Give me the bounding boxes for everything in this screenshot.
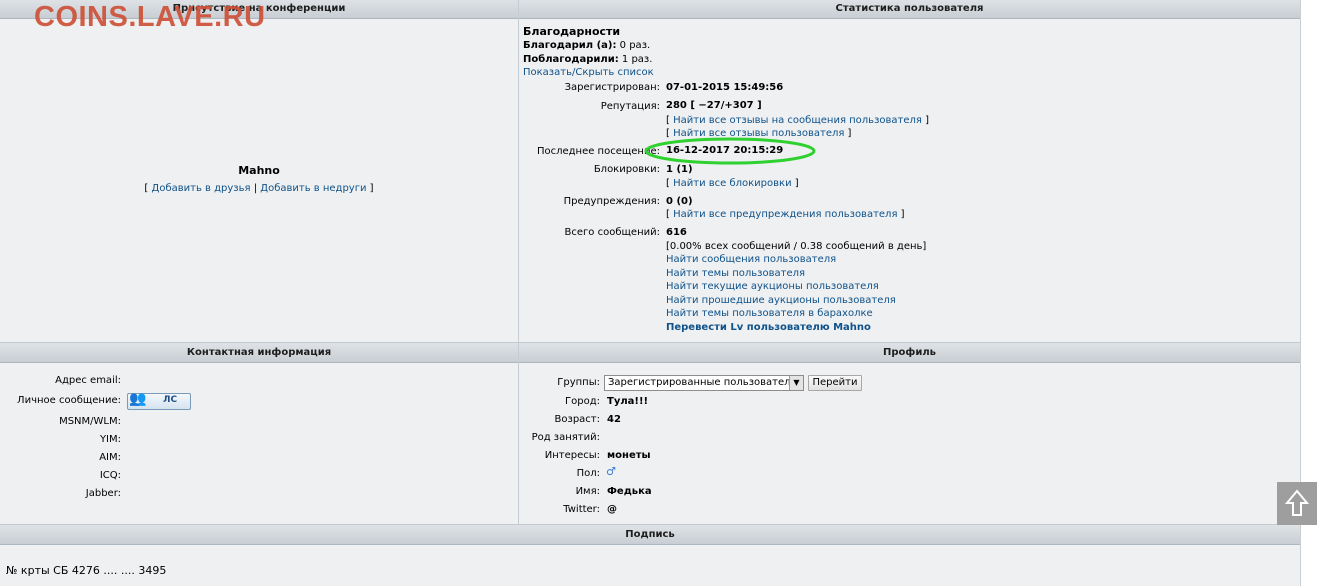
thanks-received-label: Поблагодарили: <box>523 54 619 65</box>
users-icon: 👥 <box>129 391 147 407</box>
city-value: Тула!!! <box>607 396 649 407</box>
name-label: Имя: <box>575 486 600 497</box>
separator: | <box>253 183 258 194</box>
watermark: COINS.LAVE.RU <box>34 1 266 33</box>
current-auctions-link[interactable]: Найти текущие аукционы пользователя <box>666 281 879 292</box>
groups-select-value: Зарегистрированные пользователи <box>608 377 798 388</box>
email-label: Адрес email: <box>55 375 121 386</box>
twitter-value: @ <box>607 504 617 515</box>
interests-value: монеты <box>607 450 651 461</box>
thanks-received-value: 1 раз. <box>621 54 653 65</box>
add-friend-link[interactable]: Добавить в друзья <box>152 183 251 194</box>
flea-topics-link[interactable]: Найти темы пользователя в барахолке <box>666 308 873 319</box>
reputation-label: Репутация: <box>600 101 660 112</box>
twitter-label: Twitter: <box>563 504 600 515</box>
posts-value: 616 <box>666 227 687 238</box>
warnings-link[interactable]: Найти все предупреждения пользователя <box>673 209 897 220</box>
highlight-ellipse <box>644 137 816 165</box>
scroll-to-top-button[interactable] <box>1277 482 1317 525</box>
bracket-close: ] <box>369 183 374 194</box>
pm-button-label: ЛС <box>163 395 178 405</box>
registered-label: Зарегистрирован: <box>564 82 660 93</box>
add-foe-link[interactable]: Добавить в недруги <box>260 183 366 194</box>
groups-select[interactable]: Зарегистрированные пользователи ▼ <box>604 375 804 391</box>
age-label: Возраст: <box>554 414 600 425</box>
city-label: Город: <box>565 396 600 407</box>
registered-value: 07-01-2015 15:49:56 <box>666 82 784 93</box>
friend-links: [ Добавить в друзья | Добавить в недруги… <box>0 183 518 194</box>
pm-label: Личное сообщение: <box>17 395 121 406</box>
yim-label: YIM: <box>99 434 121 445</box>
groups-label: Группы: <box>557 377 600 388</box>
stats-header: Статистика пользователя <box>519 0 1300 19</box>
occupation-label: Род занятий: <box>531 432 600 443</box>
male-icon: ♂ <box>606 465 616 478</box>
aim-label: AIM: <box>99 452 121 463</box>
age-value: 42 <box>607 414 621 425</box>
contact-header: Контактная информация <box>0 342 518 363</box>
signature-text: № крты СБ 4276 .... .... 3495 <box>6 564 167 577</box>
profile-panel: Присутствие на конференции Статистика по… <box>0 0 1301 586</box>
rep-link-1: [ Найти все отзывы на сообщения пользова… <box>666 115 930 126</box>
transfer-lv-link[interactable]: Перевести Lv пользователю Mahno <box>666 322 871 333</box>
thanks-received: Поблагодарили: 1 раз. <box>523 54 652 65</box>
thanks-title: Благодарности <box>523 25 621 38</box>
warnings-value: 0 (0) <box>666 196 693 207</box>
find-topics-link[interactable]: Найти темы пользователя <box>666 268 805 279</box>
warnings-label: Предупреждения: <box>563 196 660 207</box>
go-button[interactable]: Перейти <box>808 375 862 391</box>
bans-link[interactable]: Найти все блокировки <box>673 178 792 189</box>
name-value: Федька <box>607 486 652 497</box>
posts-detail: [0.00% всех сообщений / 0.38 сообщений в… <box>666 241 927 252</box>
thanks-gave-value: 0 раз. <box>619 40 651 51</box>
msn-label: MSNM/WLM: <box>59 416 121 427</box>
warnings-link-row: [ Найти все предупреждения пользователя … <box>666 209 905 220</box>
last-visit-label: Последнее посещение: <box>536 146 660 157</box>
bans-label: Блокировки: <box>593 164 660 175</box>
bans-link-row: [ Найти все блокировки ] <box>666 178 799 189</box>
column-divider <box>518 0 519 524</box>
interests-label: Интересы: <box>544 450 600 461</box>
username: Mahno <box>238 164 280 177</box>
arrow-up-icon <box>1284 489 1310 516</box>
icq-label: ICQ: <box>99 470 121 481</box>
gender-label: Пол: <box>576 468 600 479</box>
bans-value: 1 (1) <box>666 164 693 175</box>
thanks-gave-label: Благодарил (а): <box>523 40 617 51</box>
profile-header: Профиль <box>519 342 1300 363</box>
jabber-label: Jabber: <box>85 488 121 499</box>
signature-header: Подпись <box>0 524 1300 545</box>
find-posts-link[interactable]: Найти сообщения пользователя <box>666 254 836 265</box>
rep-messages-link[interactable]: Найти все отзывы на сообщения пользовате… <box>673 115 922 126</box>
thanks-toggle-link[interactable]: Показать/Скрыть список <box>523 67 654 78</box>
pm-button[interactable]: 👥 ЛС <box>127 391 191 410</box>
bracket-open: [ <box>144 183 149 194</box>
posts-label: Всего сообщений: <box>564 227 660 238</box>
thanks-gave: Благодарил (а): 0 раз. <box>523 40 650 51</box>
chevron-down-icon: ▼ <box>789 376 803 390</box>
reputation-value: 280 [ −27/+307 ] <box>666 100 762 111</box>
past-auctions-link[interactable]: Найти прошедшие аукционы пользователя <box>666 295 896 306</box>
